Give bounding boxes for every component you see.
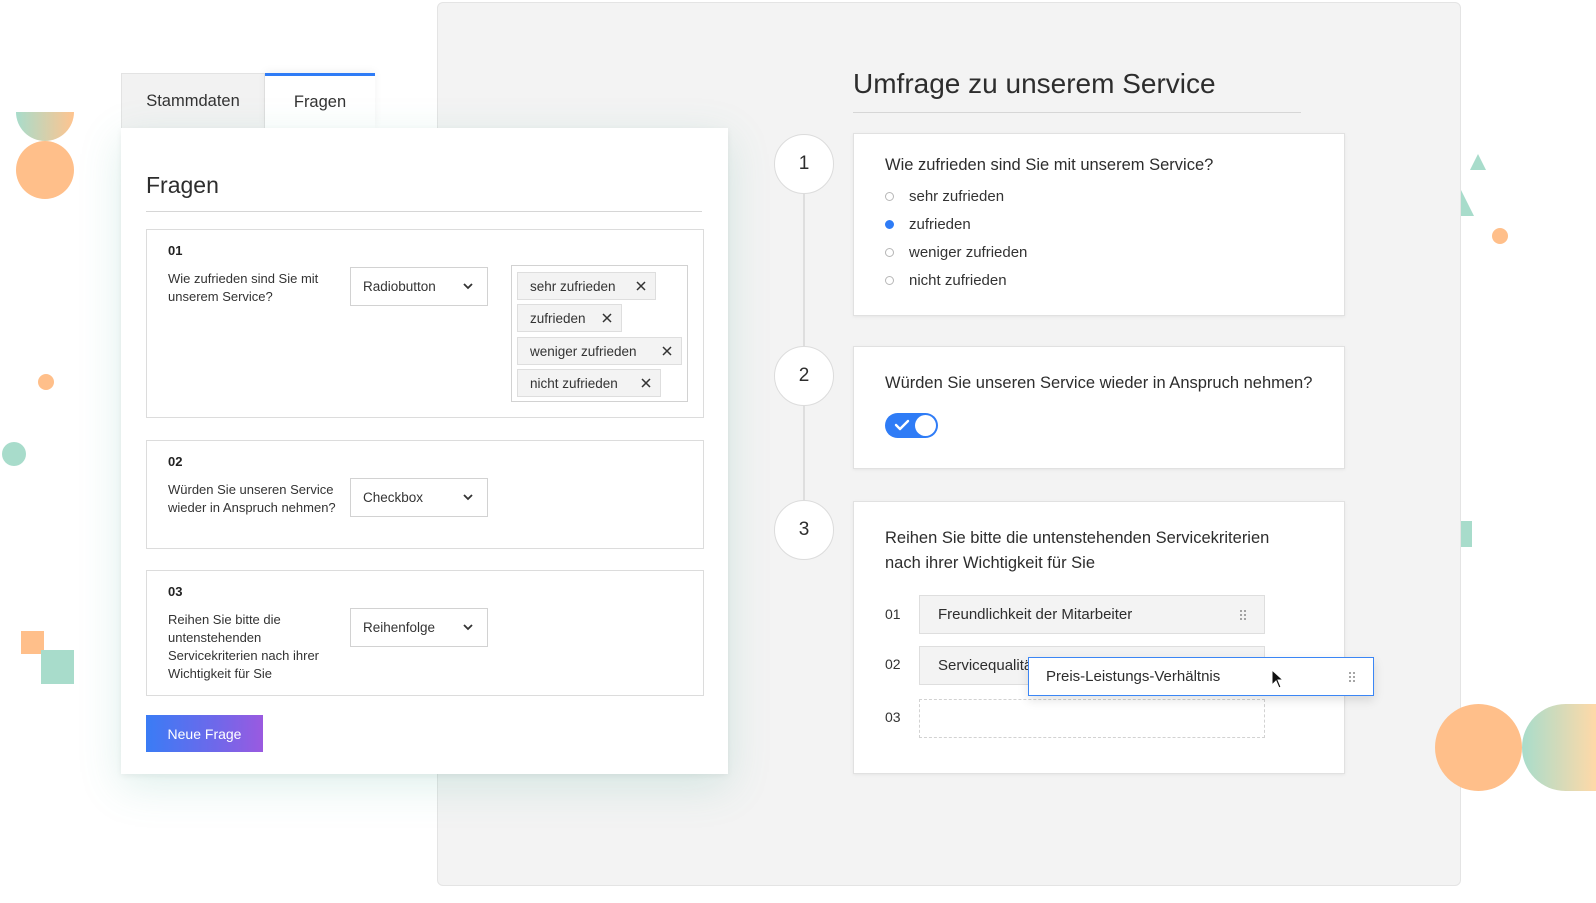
- editor-question-card-3: 03 Reihen Sie bitte die untenstehenden S…: [146, 570, 704, 696]
- question-2-title: Würden Sie unseren Service wieder in Ans…: [885, 374, 1313, 392]
- tab-fragen[interactable]: Fragen: [265, 73, 375, 129]
- close-icon[interactable]: [602, 313, 612, 323]
- deco-triangle-small: [1470, 154, 1486, 170]
- close-icon[interactable]: [636, 281, 646, 291]
- close-icon[interactable]: [641, 378, 651, 388]
- deco-circle-orange-large: [1435, 704, 1522, 791]
- question-3-title-line-2: nach ihrer Wichtigkeit für Sie: [885, 554, 1095, 572]
- rank-item-1[interactable]: Freundlichkeit der Mitarbeiter: [919, 595, 1265, 634]
- answer-option-label: sehr zufrieden: [530, 278, 616, 294]
- question-type-select[interactable]: Checkbox: [350, 478, 488, 517]
- rank-item-label: Servicequalität: [938, 657, 1037, 674]
- editor-question-card-1: 01 Wie zufrieden sind Sie mit unserem Se…: [146, 229, 704, 418]
- radio-option-label: weniger zufrieden: [909, 244, 1028, 261]
- deco-dot-mint: [2, 442, 26, 466]
- deco-dot-orange: [38, 374, 54, 390]
- answer-option-chip: sehr zufrieden: [517, 272, 656, 300]
- question-3-title-line-1: Reihen Sie bitte die untenstehenden Serv…: [885, 529, 1270, 547]
- radio-icon[interactable]: [885, 276, 894, 285]
- answer-option-label: zufrieden: [530, 310, 586, 326]
- rank-number: 03: [885, 709, 901, 725]
- question-text[interactable]: Reihen Sie bitte die untenstehenden Serv…: [168, 611, 338, 683]
- deco-circle-orange: [16, 141, 74, 199]
- question-type-select[interactable]: Reihenfolge: [350, 608, 488, 647]
- step-2-circle: 2: [774, 346, 834, 406]
- timeline-line: [803, 405, 805, 501]
- question-type-value: Radiobutton: [363, 279, 436, 294]
- close-icon[interactable]: [662, 346, 672, 356]
- deco-half-circle: [16, 112, 74, 141]
- survey-title: Umfrage zu unserem Service: [853, 68, 1301, 113]
- answer-option-chip: weniger zufrieden: [517, 337, 682, 365]
- question-card-1: Wie zufrieden sind Sie mit unserem Servi…: [853, 133, 1345, 316]
- question-text[interactable]: Wie zufrieden sind Sie mit unserem Servi…: [168, 270, 338, 306]
- deco-dot-orange-right: [1492, 228, 1508, 244]
- new-question-button[interactable]: Neue Frage: [146, 715, 263, 752]
- chevron-down-icon: [463, 624, 473, 631]
- rank-item-label: Preis-Leistungs-Verhältnis: [1046, 668, 1221, 685]
- check-icon: [894, 419, 910, 431]
- answer-option-label: weniger zufrieden: [530, 343, 637, 359]
- rank-number: 01: [885, 606, 901, 622]
- radio-icon[interactable]: [885, 248, 894, 257]
- answer-options-box: sehr zufrieden zufrieden weniger zufried…: [511, 265, 688, 402]
- chevron-down-icon: [463, 283, 473, 290]
- radio-option-sehr-zufrieden[interactable]: sehr zufrieden: [885, 188, 1004, 205]
- step-3-circle: 3: [774, 500, 834, 560]
- toggle-knob: [915, 415, 936, 436]
- step-1-circle: 1: [774, 134, 834, 194]
- question-number: 03: [168, 584, 183, 599]
- rank-number: 02: [885, 656, 901, 672]
- rank-drop-placeholder[interactable]: [919, 699, 1265, 738]
- radio-option-label: sehr zufrieden: [909, 188, 1005, 205]
- question-card-2: Würden Sie unseren Service wieder in Ans…: [853, 346, 1345, 469]
- mouse-cursor-icon: [1271, 669, 1285, 689]
- radio-selected-icon[interactable]: [885, 220, 894, 229]
- radio-icon[interactable]: [885, 192, 894, 201]
- question-editor-panel: Fragen 01 Wie zufrieden sind Sie mit uns…: [121, 128, 728, 774]
- answer-option-label: nicht zufrieden: [530, 375, 618, 391]
- question-number: 01: [168, 243, 183, 258]
- drag-handle-icon[interactable]: [1240, 609, 1248, 620]
- radio-option-zufrieden[interactable]: zufrieden: [885, 216, 971, 233]
- tab-stammdaten[interactable]: Stammdaten: [121, 73, 265, 129]
- editor-question-card-2: 02 Würden Sie unseren Service wieder in …: [146, 440, 704, 549]
- radio-option-nicht-zufrieden[interactable]: nicht zufrieden: [885, 272, 1007, 289]
- question-type-value: Checkbox: [363, 490, 424, 505]
- deco-square-mint: [41, 650, 74, 684]
- drag-handle-icon[interactable]: [1349, 671, 1357, 682]
- question-1-title: Wie zufrieden sind Sie mit unserem Servi…: [885, 156, 1214, 174]
- rank-item-label: Freundlichkeit der Mitarbeiter: [938, 606, 1133, 623]
- dragging-rank-item[interactable]: Preis-Leistungs-Verhältnis: [1028, 657, 1374, 696]
- question-type-select[interactable]: Radiobutton: [350, 267, 488, 306]
- chevron-down-icon: [463, 494, 473, 501]
- question-card-3: Reihen Sie bitte die untenstehenden Serv…: [853, 501, 1345, 774]
- radio-option-label: nicht zufrieden: [909, 272, 1007, 289]
- radio-option-label: zufrieden: [909, 216, 971, 233]
- question-number: 02: [168, 454, 183, 469]
- editor-title: Fragen: [146, 172, 702, 212]
- yes-toggle[interactable]: [885, 413, 938, 438]
- question-type-value: Reihenfolge: [363, 620, 436, 635]
- deco-circle-gradient-large: [1522, 704, 1596, 791]
- question-text[interactable]: Würden Sie unseren Service wieder in Ans…: [168, 481, 338, 517]
- radio-option-weniger-zufrieden[interactable]: weniger zufrieden: [885, 244, 1027, 261]
- answer-option-chip: zufrieden: [517, 304, 622, 332]
- timeline-line: [803, 193, 805, 346]
- answer-option-chip: nicht zufrieden: [517, 369, 661, 397]
